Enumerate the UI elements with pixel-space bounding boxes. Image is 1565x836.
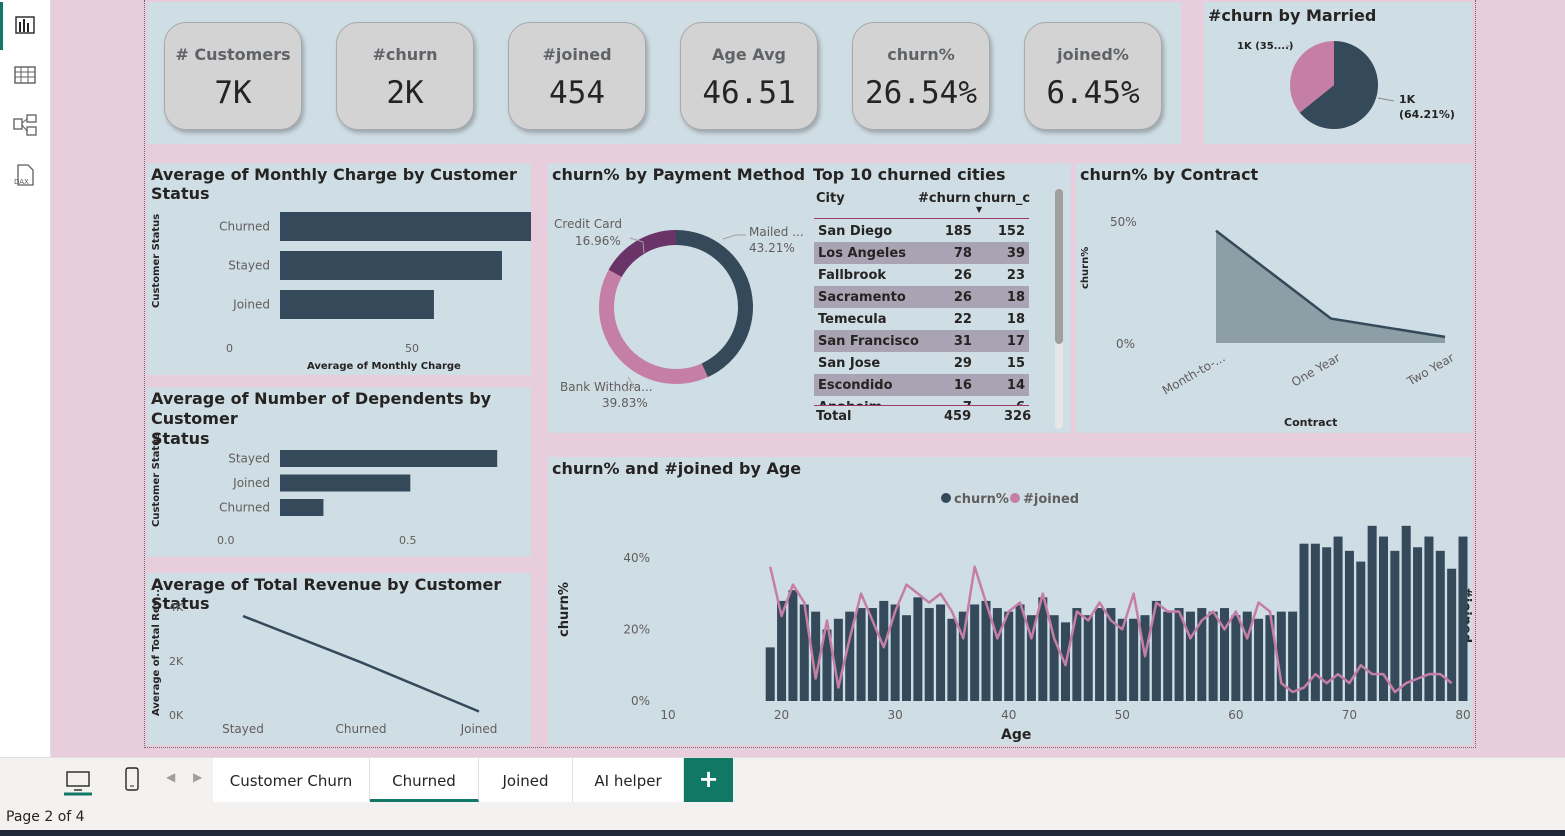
page-tabs-bar: ◀ ▶ Customer Churn Churned Joined AI hel… (0, 757, 1565, 804)
mobile-layout-icon[interactable] (118, 764, 146, 796)
page-boundary (144, 0, 1476, 748)
model-view-icon[interactable] (10, 110, 40, 140)
dax-query-icon[interactable]: DAX (10, 160, 40, 190)
tab-joined[interactable]: Joined (479, 758, 573, 802)
report-canvas: # Customers 7K #churn 2K #joined 454 Age… (51, 0, 1565, 757)
active-view-indicator (0, 2, 3, 50)
dax-label: DAX (14, 178, 29, 186)
scroll-tabs-right-icon[interactable]: ▶ (193, 770, 202, 784)
table-view-icon[interactable] (10, 60, 40, 90)
desktop-layout-icon[interactable] (62, 764, 94, 796)
tab-customer-churn[interactable]: Customer Churn (213, 758, 370, 802)
os-taskbar (0, 830, 1565, 836)
status-bar: Page 2 of 4 (0, 803, 1565, 830)
tab-churned[interactable]: Churned (370, 758, 479, 802)
page-indicator: Page 2 of 4 (6, 809, 85, 825)
scroll-tabs-left-icon[interactable]: ◀ (166, 770, 175, 784)
add-page-button[interactable]: + (684, 758, 733, 802)
view-switcher-rail: DAX (0, 0, 51, 757)
report-view-icon[interactable] (10, 10, 40, 40)
tab-ai-helper[interactable]: AI helper (573, 758, 684, 802)
